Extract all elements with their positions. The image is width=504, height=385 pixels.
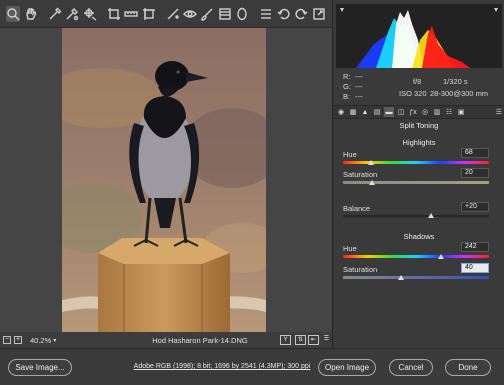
red-eye-icon[interactable] (182, 6, 197, 22)
lens-tab-icon[interactable]: ◫ (396, 107, 406, 117)
shadows-saturation-value[interactable]: 40 (461, 263, 489, 273)
camera-raw-window: − + 40.2% ▾ Hod Hasharon Park-14.DNG Y ⇅… (0, 0, 504, 385)
highlights-saturation-slider[interactable] (343, 181, 489, 184)
crop-icon[interactable] (106, 6, 120, 22)
shadows-saturation-thumb[interactable] (398, 275, 405, 280)
shadows-hue-thumb[interactable] (438, 254, 445, 259)
radial-filter-icon[interactable] (235, 6, 249, 22)
highlights-saturation-label: Saturation (343, 170, 378, 179)
open-image-button[interactable]: Open Image (318, 359, 376, 376)
save-image-button[interactable]: Save Image... (8, 359, 72, 376)
snapshots-tab-icon[interactable]: ▣ (456, 107, 466, 117)
target-adjust-icon[interactable] (82, 6, 96, 22)
camera-info: f/8 1/320 s ISO 320 28-300@300 mm (399, 76, 488, 100)
panel-tabs: ◉ ▦ ▲ ▤ ▬ ◫ ƒx ◎ ▥ ☷ ▣ ☰ (333, 105, 504, 119)
split-toning-tab-icon[interactable]: ▬ (384, 107, 394, 117)
balance-slider[interactable] (343, 215, 489, 217)
highlights-hue-value[interactable]: 68 (461, 148, 489, 158)
shadows-saturation-label: Saturation (343, 265, 378, 274)
highlights-hue-label: Hue (343, 150, 357, 159)
tone-curve-tab-icon[interactable]: ▦ (348, 107, 358, 117)
cancel-button[interactable]: Cancel (389, 359, 433, 376)
histogram (336, 4, 502, 68)
presets-list-icon[interactable] (259, 6, 273, 22)
workflow-options-link[interactable]: Adobe RGB (1998); 8 bit; 1696 by 2541 (4… (130, 363, 314, 370)
iso: ISO 320 (399, 89, 427, 98)
shadows-hue-label: Hue (343, 244, 357, 253)
shadows-saturation-slider[interactable] (343, 276, 489, 279)
shadows-heading: Shadows (403, 232, 435, 241)
settings-tab-icon[interactable]: ☷ (444, 107, 454, 117)
lens: 28-300@300 mm (430, 89, 489, 98)
balance-thumb[interactable] (427, 213, 434, 218)
image-canvas[interactable] (0, 28, 332, 332)
toggle-fullscreen-icon[interactable] (312, 6, 326, 22)
shadows-hue-value[interactable]: 242 (461, 242, 489, 252)
graduated-filter-icon[interactable] (218, 6, 232, 22)
balance-value[interactable]: +20 (461, 202, 489, 212)
basic-tab-icon[interactable]: ◉ (336, 107, 346, 117)
file-name: Hod Hasharon Park-14.DNG (152, 335, 248, 345)
shutter-speed: 1/320 s (443, 77, 468, 86)
detail-tab-icon[interactable]: ▲ (360, 107, 370, 117)
g-value: --- (355, 82, 363, 91)
effects-tab-icon[interactable]: ƒx (408, 107, 418, 117)
highlights-saturation-thumb[interactable] (369, 180, 376, 185)
rotate-left-icon[interactable] (277, 6, 291, 22)
zoom-icon[interactable] (6, 5, 21, 22)
canvas-status-bar: − + 40.2% ▾ Hod Hasharon Park-14.DNG Y ⇅… (0, 332, 332, 348)
swap-settings-icon[interactable]: ⇅ (295, 335, 306, 345)
color-sampler-icon[interactable] (65, 6, 79, 22)
adjustment-panel: R: --- G: --- B: --- f/8 1/320 s ISO 320 28-3… (332, 0, 504, 348)
done-button[interactable]: Done (445, 359, 491, 376)
straighten-icon[interactable] (124, 6, 138, 22)
panel-menu-icon[interactable]: ☰ (496, 108, 502, 116)
zoom-out-button[interactable]: − (3, 336, 11, 344)
zoom-level[interactable]: 40.2% (30, 336, 51, 345)
highlights-heading: Highlights (402, 138, 436, 147)
highlights-saturation-value[interactable]: 20 (461, 168, 489, 178)
r-value: --- (355, 72, 363, 81)
rgb-readout: R: --- G: --- B: --- (343, 72, 367, 102)
white-balance-icon[interactable] (47, 6, 62, 22)
zoom-in-button[interactable]: + (14, 336, 22, 344)
hand-icon[interactable] (23, 6, 37, 22)
adjustment-brush-icon[interactable] (200, 6, 214, 22)
highlights-hue-slider[interactable] (343, 161, 489, 164)
spot-removal-icon[interactable] (165, 6, 179, 22)
b-value: --- (355, 92, 363, 101)
toolbar (0, 0, 332, 28)
transform-icon[interactable] (141, 6, 155, 22)
preview-preferences-icon[interactable]: ☰ (321, 335, 332, 345)
panel-title: Split Toning (399, 121, 439, 130)
shadows-hue-slider[interactable] (343, 255, 489, 258)
aperture: f/8 (413, 77, 422, 86)
presets-tab-icon[interactable]: ▥ (432, 107, 442, 117)
camera-calibration-tab-icon[interactable]: ◎ (420, 107, 430, 117)
b-label: B: (343, 92, 351, 101)
r-label: R: (343, 72, 351, 81)
g-label: G: (343, 82, 351, 91)
rotate-right-icon[interactable] (294, 6, 308, 22)
copy-settings-icon[interactable]: ⇤ (308, 335, 319, 345)
before-after-icon[interactable]: Y (280, 335, 291, 345)
bottom-bar: Save Image... Adobe RGB (1998); 8 bit; 1… (0, 348, 504, 385)
hsl-tab-icon[interactable]: ▤ (372, 107, 382, 117)
photo-preview[interactable] (62, 28, 266, 332)
highlights-hue-thumb[interactable] (367, 160, 374, 165)
chevron-down-icon[interactable]: ▾ (53, 337, 56, 344)
balance-label: Balance (343, 204, 371, 213)
